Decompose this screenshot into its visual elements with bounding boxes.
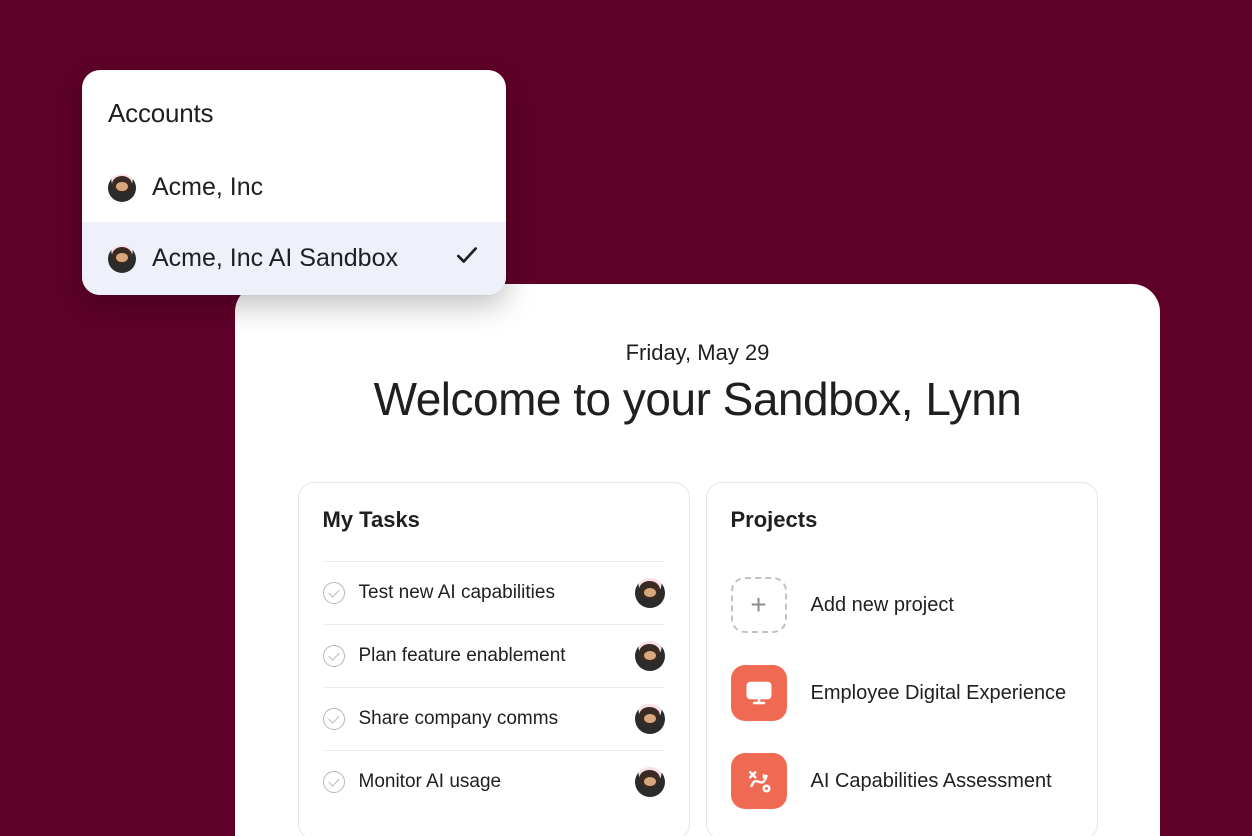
- task-check-icon[interactable]: [323, 771, 345, 793]
- account-item-acme-sandbox[interactable]: Acme, Inc AI Sandbox: [82, 222, 506, 295]
- avatar: [635, 767, 665, 797]
- add-project-label: Add new project: [811, 594, 954, 617]
- account-item-label: Acme, Inc AI Sandbox: [152, 244, 438, 273]
- dashboard-welcome: Welcome to your Sandbox, Lynn: [295, 372, 1100, 426]
- project-row[interactable]: AI Capabilities Assessment: [731, 737, 1073, 825]
- task-check-icon[interactable]: [323, 582, 345, 604]
- projects-heading: Projects: [731, 507, 1073, 533]
- check-icon: [454, 242, 480, 275]
- accounts-heading: Accounts: [82, 70, 506, 153]
- task-label: Test new AI capabilities: [359, 582, 621, 604]
- projects-panel: Projects + Add new project Employee Digi…: [706, 482, 1098, 836]
- plus-icon: +: [731, 577, 787, 633]
- project-label: Employee Digital Experience: [811, 682, 1067, 705]
- my-tasks-heading: My Tasks: [323, 507, 665, 533]
- task-label: Plan feature enablement: [359, 645, 621, 667]
- task-check-icon[interactable]: [323, 708, 345, 730]
- project-row[interactable]: Employee Digital Experience: [731, 649, 1073, 737]
- avatar: [108, 245, 136, 273]
- account-item-acme[interactable]: Acme, Inc: [82, 153, 506, 222]
- accounts-popover: Accounts Acme, Inc Acme, Inc AI Sandbox: [82, 70, 506, 295]
- monitor-icon: [731, 665, 787, 721]
- task-row[interactable]: Plan feature enablement: [323, 624, 665, 687]
- avatar: [635, 704, 665, 734]
- avatar: [635, 641, 665, 671]
- task-label: Monitor AI usage: [359, 771, 621, 793]
- task-row[interactable]: Test new AI capabilities: [323, 561, 665, 624]
- dashboard-date: Friday, May 29: [295, 340, 1100, 366]
- my-tasks-panel: My Tasks Test new AI capabilities Plan f…: [298, 482, 690, 836]
- dashboard-card: Friday, May 29 Welcome to your Sandbox, …: [235, 284, 1160, 836]
- task-row[interactable]: Monitor AI usage: [323, 750, 665, 813]
- account-item-label: Acme, Inc: [152, 173, 480, 202]
- add-project-row[interactable]: + Add new project: [731, 561, 1073, 649]
- avatar: [635, 578, 665, 608]
- project-label: AI Capabilities Assessment: [811, 770, 1052, 793]
- avatar: [108, 174, 136, 202]
- path-icon: [731, 753, 787, 809]
- task-check-icon[interactable]: [323, 645, 345, 667]
- task-row[interactable]: Share company comms: [323, 687, 665, 750]
- task-label: Share company comms: [359, 708, 621, 730]
